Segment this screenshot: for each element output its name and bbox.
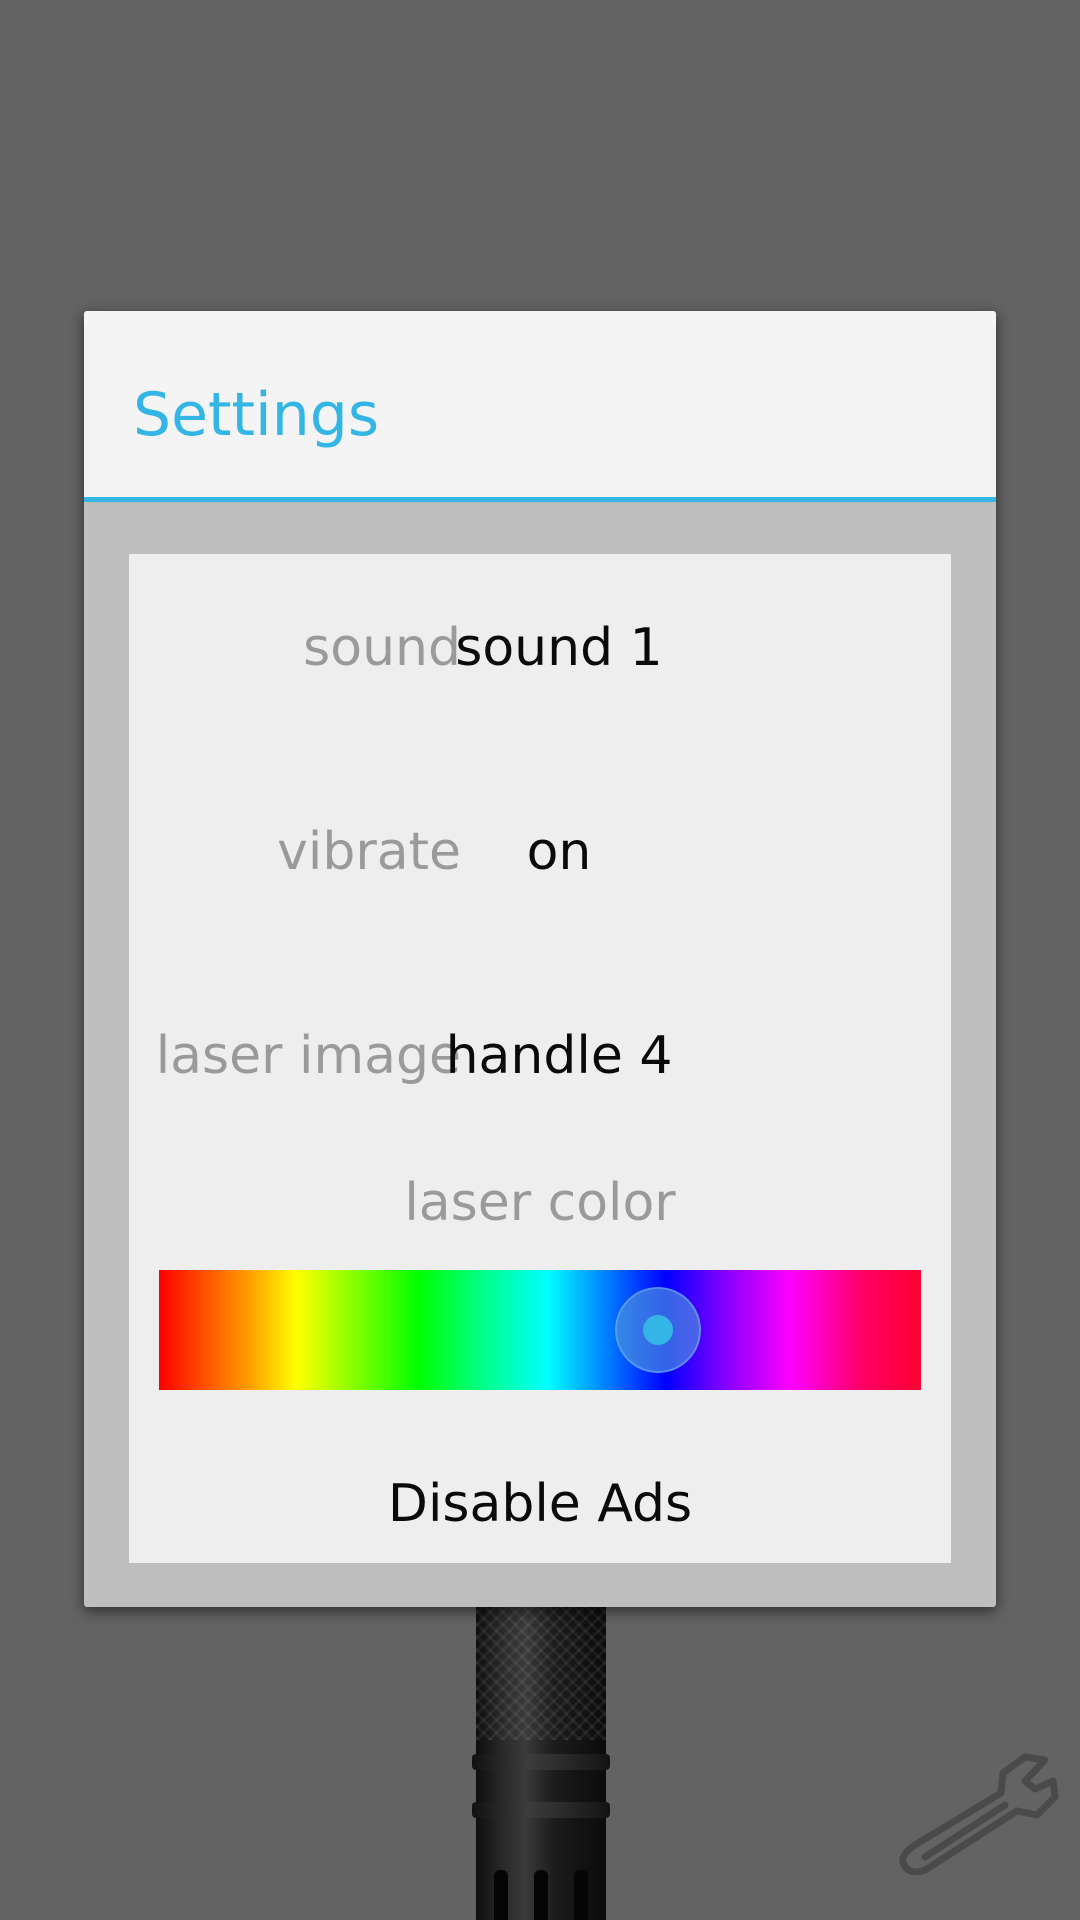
dialog-title: Settings <box>133 380 380 450</box>
handle-grip <box>494 1870 508 1920</box>
settings-panel: sound sound 1 vibrate on laser image han… <box>129 554 951 1563</box>
handle-grip <box>534 1870 548 1920</box>
dialog-header: Settings <box>84 311 996 502</box>
color-slider-thumb[interactable] <box>615 1287 702 1373</box>
setting-value-vibrate[interactable]: on <box>399 820 719 884</box>
color-slider-thumb-dot <box>643 1315 674 1345</box>
settings-dialog: Settings sound sound 1 vibrate on laser … <box>84 311 996 1607</box>
setting-value-sound[interactable]: sound 1 <box>399 616 719 680</box>
handle-ring <box>472 1754 610 1770</box>
setting-row-sound[interactable]: sound sound 1 <box>129 598 951 698</box>
setting-row-vibrate[interactable]: vibrate on <box>129 802 951 902</box>
screen: Settings sound sound 1 vibrate on laser … <box>0 0 1080 1920</box>
laser-color-slider[interactable] <box>159 1270 921 1390</box>
handle-ring <box>472 1802 610 1818</box>
setting-value-laser-image[interactable]: handle 4 <box>399 1024 719 1088</box>
wrench-icon[interactable] <box>885 1745 1060 1875</box>
disable-ads-button[interactable]: Disable Ads <box>129 1454 951 1554</box>
setting-row-laser-image[interactable]: laser image handle 4 <box>129 1006 951 1106</box>
laser-color-label: laser color <box>404 1173 676 1233</box>
handle-grip <box>574 1870 588 1920</box>
